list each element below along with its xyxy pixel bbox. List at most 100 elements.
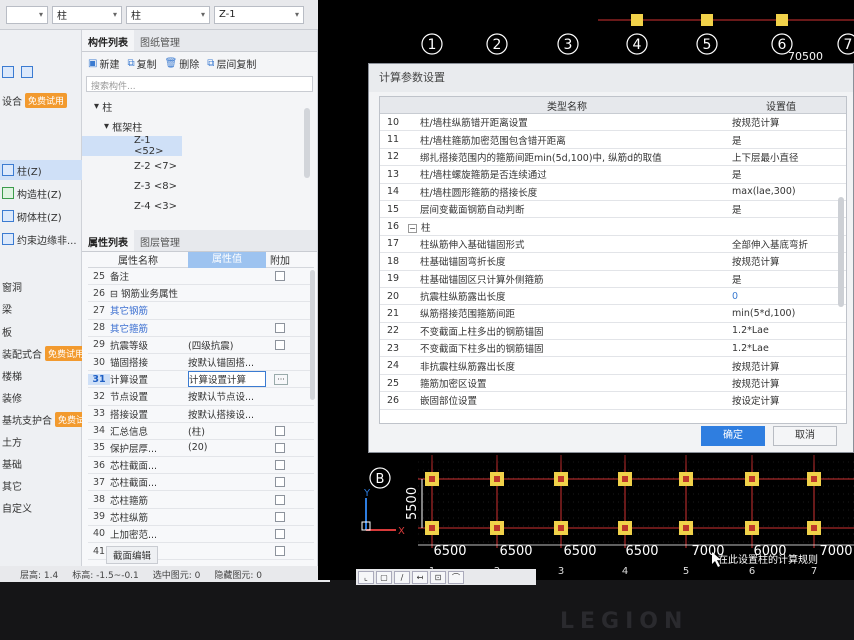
- settings-row[interactable]: 15 层间变截面钢筋自动判断 是: [380, 201, 846, 219]
- property-row[interactable]: 31 计算设置 计算设置计算 ···: [88, 371, 314, 389]
- tree-node-z3[interactable]: Z-3 <8>: [82, 176, 302, 196]
- property-row[interactable]: 32 节点设置 按默认节点设...: [88, 388, 314, 406]
- setting-value[interactable]: 按规范计算: [728, 359, 834, 373]
- tree-view-icon[interactable]: [21, 66, 33, 78]
- property-scrollbar[interactable]: [310, 270, 315, 400]
- zoom-tool-icon[interactable]: ⊡: [430, 570, 446, 584]
- setting-value[interactable]: 上下层最小直径: [728, 150, 834, 164]
- attach-checkbox[interactable]: [275, 494, 285, 505]
- setting-value[interactable]: 0: [728, 291, 834, 302]
- nav-item-boundary-column[interactable]: 约束边缘非...: [0, 229, 77, 249]
- nav-item-prefab[interactable]: 装配式合 免费试用: [0, 343, 88, 363]
- ok-button[interactable]: 确定: [701, 426, 765, 446]
- property-row[interactable]: 27 其它钢筋: [88, 302, 314, 320]
- setting-value[interactable]: 是: [728, 202, 834, 216]
- property-value[interactable]: 按默认锚固搭...: [188, 355, 266, 369]
- settings-scrollbar[interactable]: [838, 197, 844, 307]
- tree-node-z1[interactable]: Z-1 <52>: [82, 135, 182, 157]
- attach-checkbox[interactable]: [275, 271, 285, 282]
- property-value[interactable]: 按默认节点设...: [188, 389, 266, 403]
- property-row[interactable]: 28 其它箍筋: [88, 320, 314, 337]
- nav-item-decoration[interactable]: 装修: [0, 387, 22, 407]
- attach-checkbox[interactable]: [275, 546, 285, 557]
- setting-value[interactable]: 全部伸入基底弯折: [728, 237, 834, 251]
- list-view-icon[interactable]: [2, 66, 14, 78]
- settings-row[interactable]: 20 抗震柱纵筋露出长度 0: [380, 288, 846, 306]
- setting-value[interactable]: 1.2*Lae: [728, 343, 834, 354]
- attach-checkbox[interactable]: [275, 322, 285, 333]
- property-value[interactable]: (20): [188, 442, 266, 453]
- setting-value[interactable]: 按规范计算: [728, 115, 834, 129]
- delete-button[interactable]: 🗑 删除: [165, 56, 200, 71]
- nav-item-foundation[interactable]: 基础: [0, 453, 22, 473]
- floor-combo[interactable]: ▾: [6, 5, 48, 24]
- rect-select-icon[interactable]: ▢: [376, 570, 392, 584]
- nav-item-constructional-column[interactable]: 构造柱(Z): [0, 183, 62, 203]
- nav-item-setup[interactable]: 设合 免费试用: [0, 90, 68, 110]
- property-row[interactable]: 38 芯柱箍筋: [88, 491, 314, 509]
- settings-row[interactable]: 11 柱/墙柱箍筋加密范围包含错开距离 是: [380, 131, 846, 149]
- attach-checkbox[interactable]: [275, 528, 285, 539]
- settings-row[interactable]: 19 柱基础锚固区只计算外侧箍筋 是: [380, 271, 846, 288]
- property-row[interactable]: 34 汇总信息 (柱): [88, 423, 314, 440]
- property-row[interactable]: 35 保护层厚... (20): [88, 440, 314, 458]
- dimension-tool-icon[interactable]: ↤: [412, 570, 428, 584]
- arc-tool-icon[interactable]: ⌒: [448, 570, 464, 584]
- tab-property-list[interactable]: 属性列表: [82, 230, 134, 251]
- settings-row[interactable]: 23 不变截面下柱多出的钢筋锚固 1.2*Lae: [380, 340, 846, 358]
- tab-component-list[interactable]: 构件列表: [82, 30, 134, 51]
- category-combo[interactable]: 柱 ▾: [52, 5, 122, 24]
- nav-item-other[interactable]: 其它: [0, 475, 22, 495]
- property-row[interactable]: 33 搭接设置 按默认搭接设...: [88, 406, 314, 423]
- property-value[interactable]: (柱): [188, 424, 266, 438]
- nav-item-earthwork[interactable]: 土方: [0, 431, 22, 451]
- settings-row[interactable]: 16− 柱: [380, 218, 846, 236]
- property-value[interactable]: 计算设置计算: [188, 371, 266, 388]
- setting-value[interactable]: 1.2*Lae: [728, 325, 834, 336]
- type-combo[interactable]: 柱 ▾: [126, 5, 210, 24]
- cancel-button[interactable]: 取消: [773, 426, 837, 446]
- tree-node-z4[interactable]: Z-4 <3>: [82, 196, 302, 216]
- setting-value[interactable]: 按设定计算: [728, 393, 834, 407]
- settings-row[interactable]: 10 柱/墙柱纵筋错开距离设置 按规范计算: [380, 114, 846, 132]
- attach-checkbox[interactable]: [275, 477, 285, 488]
- property-row[interactable]: 36 芯柱截面...: [88, 457, 314, 475]
- layer-copy-button[interactable]: ⧉ 层间复制: [207, 56, 256, 71]
- setting-value[interactable]: max(lae,300): [728, 186, 834, 197]
- setting-value[interactable]: 按规范计算: [728, 376, 834, 390]
- section-edit-button[interactable]: 截面编辑: [106, 546, 159, 564]
- settings-row[interactable]: 24 非抗震柱纵筋露出长度 按规范计算: [380, 357, 846, 375]
- setting-value[interactable]: 是: [728, 133, 834, 147]
- tree-node-z2[interactable]: Z-2 <7>: [82, 156, 302, 176]
- property-row[interactable]: 39 芯柱纵筋: [88, 509, 314, 526]
- property-row[interactable]: 29 抗震等级 (四级抗震): [88, 337, 314, 354]
- property-value[interactable]: (四级抗震): [188, 338, 266, 352]
- attach-checkbox[interactable]: [275, 511, 285, 522]
- component-search-input[interactable]: 搜索构件...: [86, 76, 313, 92]
- attach-checkbox[interactable]: [275, 339, 285, 350]
- tab-drawing-management[interactable]: 图纸管理: [134, 30, 186, 51]
- settings-row[interactable]: 21 纵筋搭接范围箍筋间距 min(5*d,100): [380, 305, 846, 323]
- settings-row[interactable]: 22 不变截面上柱多出的钢筋锚固 1.2*Lae: [380, 323, 846, 341]
- property-row[interactable]: 25 备注: [88, 268, 314, 286]
- nav-item-stair[interactable]: 楼梯: [0, 365, 22, 385]
- nav-item-custom[interactable]: 自定义: [0, 497, 32, 517]
- attach-checkbox[interactable]: [275, 460, 285, 471]
- property-row[interactable]: 37 芯柱截面...: [88, 474, 314, 492]
- property-value[interactable]: 按默认搭接设...: [188, 407, 266, 421]
- nav-item-slab[interactable]: 板: [0, 321, 12, 341]
- nav-item-beam[interactable]: 梁: [0, 298, 12, 318]
- setting-value[interactable]: 是: [728, 272, 834, 286]
- attach-checkbox[interactable]: [275, 425, 285, 436]
- property-row[interactable]: 30 锚固搭接 按默认锚固搭...: [88, 354, 314, 372]
- settings-row[interactable]: 26 嵌固部位设置 按设定计算: [380, 392, 846, 410]
- tree-node-column[interactable]: ▾ 柱: [82, 96, 302, 116]
- settings-row[interactable]: 14 柱/墙柱圆形箍筋的搭接长度 max(lae,300): [380, 184, 846, 201]
- property-row[interactable]: 40 上加密范...: [88, 526, 314, 543]
- setting-value[interactable]: 按规范计算: [728, 254, 834, 268]
- property-row[interactable]: 26 ⊟ 钢筋业务属性: [88, 285, 314, 303]
- attach-checkbox[interactable]: [275, 442, 285, 453]
- setting-value[interactable]: min(5*d,100): [728, 308, 834, 319]
- settings-row[interactable]: 17 柱纵筋伸入基础锚固形式 全部伸入基底弯折: [380, 236, 846, 254]
- settings-row[interactable]: 25 箍筋加密区设置 按规范计算: [380, 375, 846, 393]
